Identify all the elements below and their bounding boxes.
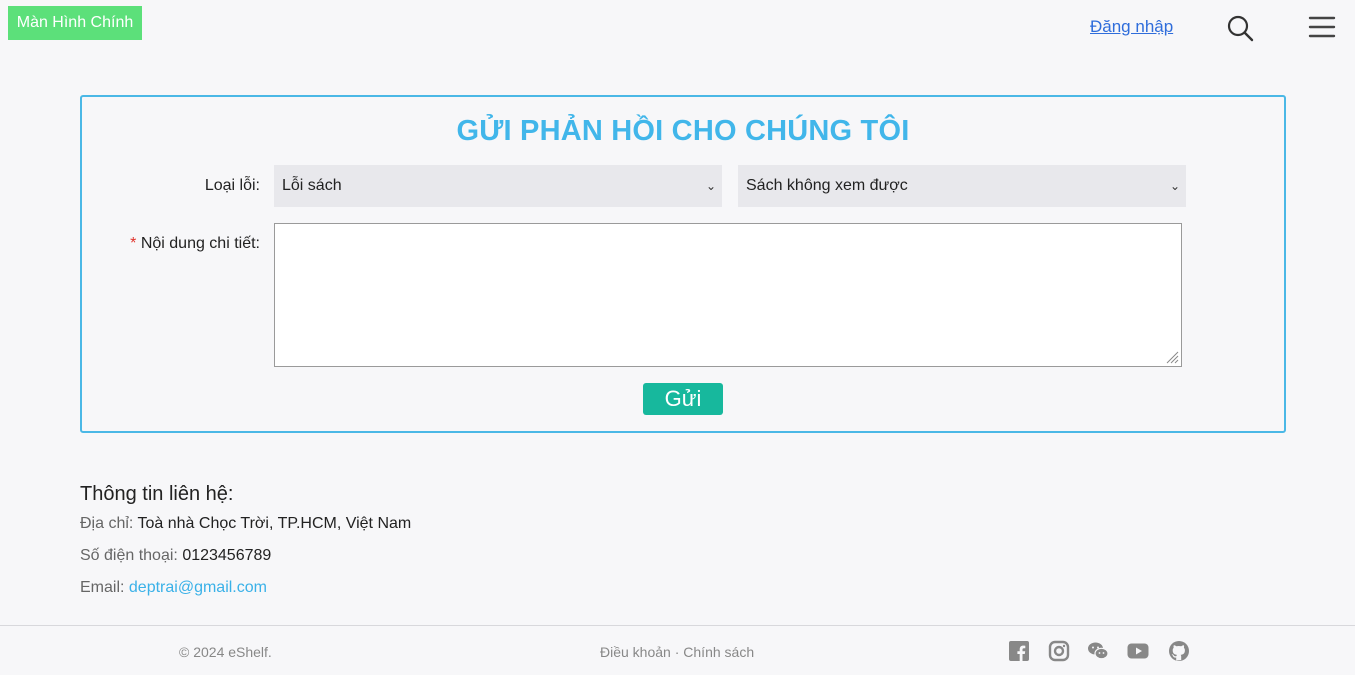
required-mark: * — [130, 235, 137, 252]
home-button[interactable]: Màn Hình Chính — [8, 6, 142, 40]
contact-email: Email: deptrai@gmail.com — [80, 579, 267, 597]
phone-label: Số điện thoại: — [80, 547, 178, 564]
error-subcategory-value: Sách không xem được — [746, 177, 908, 194]
facebook-icon[interactable] — [1008, 640, 1030, 662]
detail-textarea[interactable] — [274, 223, 1182, 367]
login-link[interactable]: Đăng nhập — [1090, 17, 1173, 37]
footer-separator: · — [674, 644, 680, 660]
chevron-down-icon: ⌄ — [1169, 179, 1180, 193]
search-icon[interactable] — [1226, 14, 1254, 42]
form-title: GỬI PHẢN HỒI CHO CHÚNG TÔI — [456, 115, 910, 147]
instagram-icon[interactable] — [1048, 640, 1070, 662]
wechat-icon[interactable] — [1087, 640, 1109, 662]
menu-icon[interactable] — [1308, 14, 1336, 42]
phone-value: 0123456789 — [182, 547, 272, 564]
copyright: © 2024 eShelf. — [179, 644, 272, 660]
github-icon[interactable] — [1168, 640, 1190, 662]
feedback-form: GỬI PHẢN HỒI CHO CHÚNG TÔI Loại lỗi: Lỗi… — [80, 95, 1286, 433]
resize-grip-icon[interactable] — [1165, 350, 1179, 364]
footer-divider — [0, 625, 1355, 626]
detail-label-text: Nội dung chi tiết: — [140, 235, 260, 252]
footer-links: Điều khoản · Chính sách — [600, 644, 754, 660]
detail-label: * Nội dung chi tiết: — [92, 235, 260, 253]
contact-address: Địa chỉ: Toà nhà Chọc Trời, TP.HCM, Việt… — [80, 515, 411, 533]
error-category-value: Lỗi sách — [282, 177, 342, 194]
submit-button[interactable]: Gửi — [643, 383, 723, 415]
address-label: Địa chỉ: — [80, 515, 134, 532]
contact-phone: Số điện thoại: 0123456789 — [80, 547, 271, 565]
error-type-label: Loại lỗi: — [204, 177, 260, 194]
error-subcategory-select[interactable]: Sách không xem được ⌄ — [738, 165, 1186, 207]
email-link[interactable]: deptrai@gmail.com — [129, 579, 267, 596]
contact-title: Thông tin liên hệ: — [80, 483, 234, 505]
chevron-down-icon: ⌄ — [705, 179, 716, 193]
error-category-select[interactable]: Lỗi sách ⌄ — [274, 165, 722, 207]
terms-link[interactable]: Điều khoản — [600, 644, 671, 660]
address-value: Toà nhà Chọc Trời, TP.HCM, Việt Nam — [137, 515, 412, 532]
youtube-icon[interactable] — [1127, 640, 1149, 662]
email-label: Email: — [80, 579, 125, 596]
policy-link[interactable]: Chính sách — [683, 644, 754, 660]
